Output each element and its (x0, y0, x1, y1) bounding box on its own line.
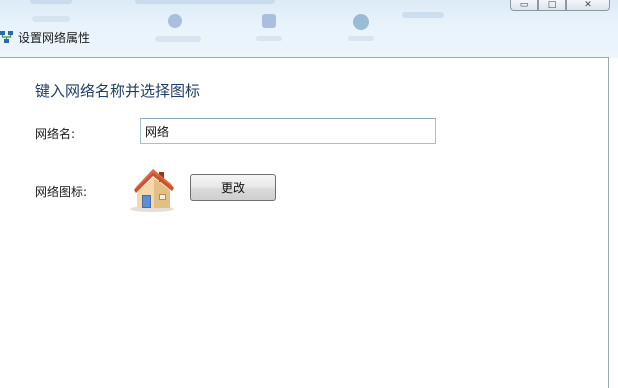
network-name-label: 网络名: (35, 127, 76, 141)
blurred-background (262, 14, 276, 28)
maximize-button[interactable]: □ (538, 0, 566, 11)
network-name-input[interactable] (140, 118, 436, 144)
blurred-background (155, 36, 201, 42)
blurred-background (348, 36, 374, 41)
dialog-window: ▭ □ ✕ 设置网络属性 键入网络名称并选择图标 网络名: 网络图标: (0, 0, 618, 388)
minimize-icon: ▭ (519, 0, 529, 10)
network-icon (0, 31, 13, 43)
title-bar: 设置网络属性 (0, 26, 90, 48)
blurred-background (353, 14, 369, 30)
blurred-background (168, 14, 182, 28)
close-icon: ✕ (584, 0, 592, 10)
page-title: 键入网络名称并选择图标 (35, 82, 201, 100)
blurred-background (402, 12, 444, 18)
blurred-background (135, 0, 275, 4)
minimize-button[interactable]: ▭ (510, 0, 538, 11)
house-icon (130, 169, 174, 212)
blurred-background (30, 0, 72, 4)
maximize-icon: □ (547, 0, 557, 10)
blurred-background (32, 16, 70, 22)
close-button[interactable]: ✕ (566, 0, 610, 11)
window-controls: ▭ □ ✕ (510, 0, 610, 12)
blurred-background (256, 36, 282, 41)
network-icon-label: 网络图标: (35, 185, 88, 199)
dialog-content: 键入网络名称并选择图标 网络名: 网络图标: 更改 (0, 57, 609, 388)
change-icon-button[interactable]: 更改 (190, 174, 276, 201)
window-title: 设置网络属性 (18, 30, 91, 45)
